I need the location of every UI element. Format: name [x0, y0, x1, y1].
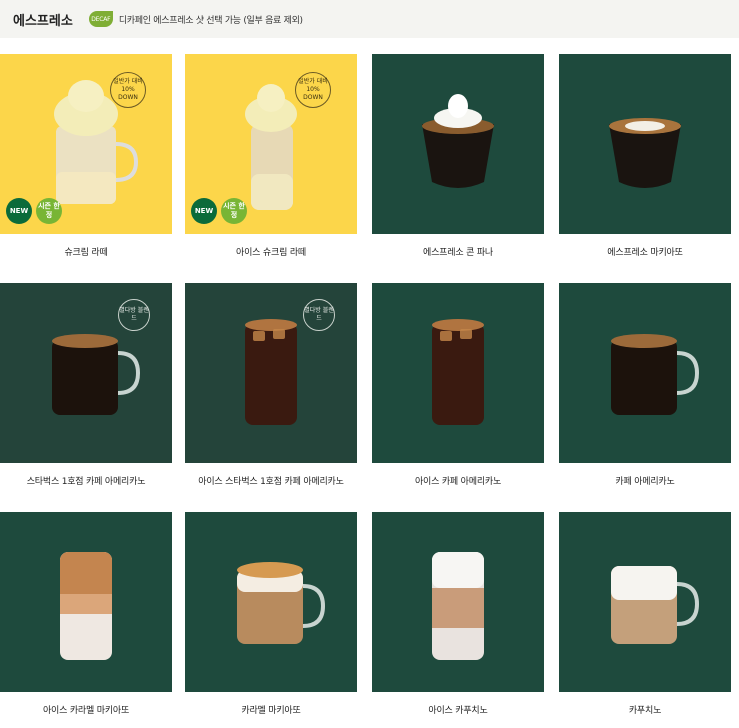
product-card[interactable]: 아이스 카페 아메리카노 [372, 283, 544, 495]
discount-badge: 일반가 대비 10% DOWN [110, 72, 146, 108]
product-card[interactable]: 일반가 대비 10% DOWN NEW 시즌 한정슈크림 라떼 [0, 54, 172, 266]
product-image[interactable] [372, 54, 544, 234]
product-image[interactable]: 별다방 블렌드 [0, 283, 172, 463]
product-image[interactable] [372, 512, 544, 692]
product-name[interactable]: 스타벅스 1호점 카페 아메리카노 [0, 474, 172, 487]
product-name[interactable]: 카푸치노 [559, 703, 731, 716]
product-image[interactable] [559, 512, 731, 692]
category-title: 에스프레소 [13, 13, 73, 29]
decaf-description: 디카페인 에스프레소 샷 선택 가능 (일부 음료 제외) [118, 15, 303, 26]
season-badge: 시즌 한정 [221, 198, 247, 224]
product-image[interactable] [559, 54, 731, 234]
product-name[interactable]: 에스프레소 콘 파나 [372, 245, 544, 258]
product-card[interactable]: 일반가 대비 10% DOWN NEW 시즌 한정아이스 슈크림 라떼 [185, 54, 357, 266]
product-name[interactable]: 카라멜 마키아또 [185, 703, 357, 716]
product-card[interactable]: 에스프레소 콘 파나 [372, 54, 544, 266]
product-image[interactable] [372, 283, 544, 463]
product-name[interactable]: 슈크림 라떼 [0, 245, 172, 258]
new-badge: NEW [6, 198, 32, 224]
product-image[interactable] [559, 283, 731, 463]
product-name[interactable]: 아이스 슈크림 라떼 [185, 245, 357, 258]
new-badge: NEW [191, 198, 217, 224]
product-card[interactable]: 카라멜 마키아또 [185, 512, 357, 724]
product-name[interactable]: 카페 아메리카노 [559, 474, 731, 487]
product-card[interactable]: 카푸치노 [559, 512, 731, 724]
product-card[interactable]: 에스프레소 마키아또 [559, 54, 731, 266]
category-header: 에스프레소 DECAF 디카페인 에스프레소 샷 선택 가능 (일부 음료 제외… [0, 0, 739, 38]
product-image[interactable]: 일반가 대비 10% DOWN NEW 시즌 한정 [185, 54, 357, 234]
decaf-icon: DECAF [88, 11, 113, 27]
product-image[interactable]: 별다방 블렌드 [185, 283, 357, 463]
product-name[interactable]: 아이스 카푸치노 [372, 703, 544, 716]
product-card[interactable]: 별다방 블렌드스타벅스 1호점 카페 아메리카노 [0, 283, 172, 495]
blend-badge: 별다방 블렌드 [118, 299, 150, 331]
product-name[interactable]: 아이스 카페 아메리카노 [372, 474, 544, 487]
product-name[interactable]: 아이스 카라멜 마키아또 [0, 703, 172, 716]
blend-badge: 별다방 블렌드 [303, 299, 335, 331]
product-image[interactable]: 일반가 대비 10% DOWN NEW 시즌 한정 [0, 54, 172, 234]
discount-badge: 일반가 대비 10% DOWN [295, 72, 331, 108]
product-card[interactable]: 카페 아메리카노 [559, 283, 731, 495]
product-card[interactable]: 아이스 카라멜 마키아또 [0, 512, 172, 724]
season-badge: 시즌 한정 [36, 198, 62, 224]
product-name[interactable]: 에스프레소 마키아또 [559, 245, 731, 258]
product-image[interactable] [185, 512, 357, 692]
product-name[interactable]: 아이스 스타벅스 1호점 카페 아메리카노 [185, 474, 357, 487]
product-image[interactable] [0, 512, 172, 692]
product-card[interactable]: 아이스 카푸치노 [372, 512, 544, 724]
product-card[interactable]: 별다방 블렌드아이스 스타벅스 1호점 카페 아메리카노 [185, 283, 357, 495]
